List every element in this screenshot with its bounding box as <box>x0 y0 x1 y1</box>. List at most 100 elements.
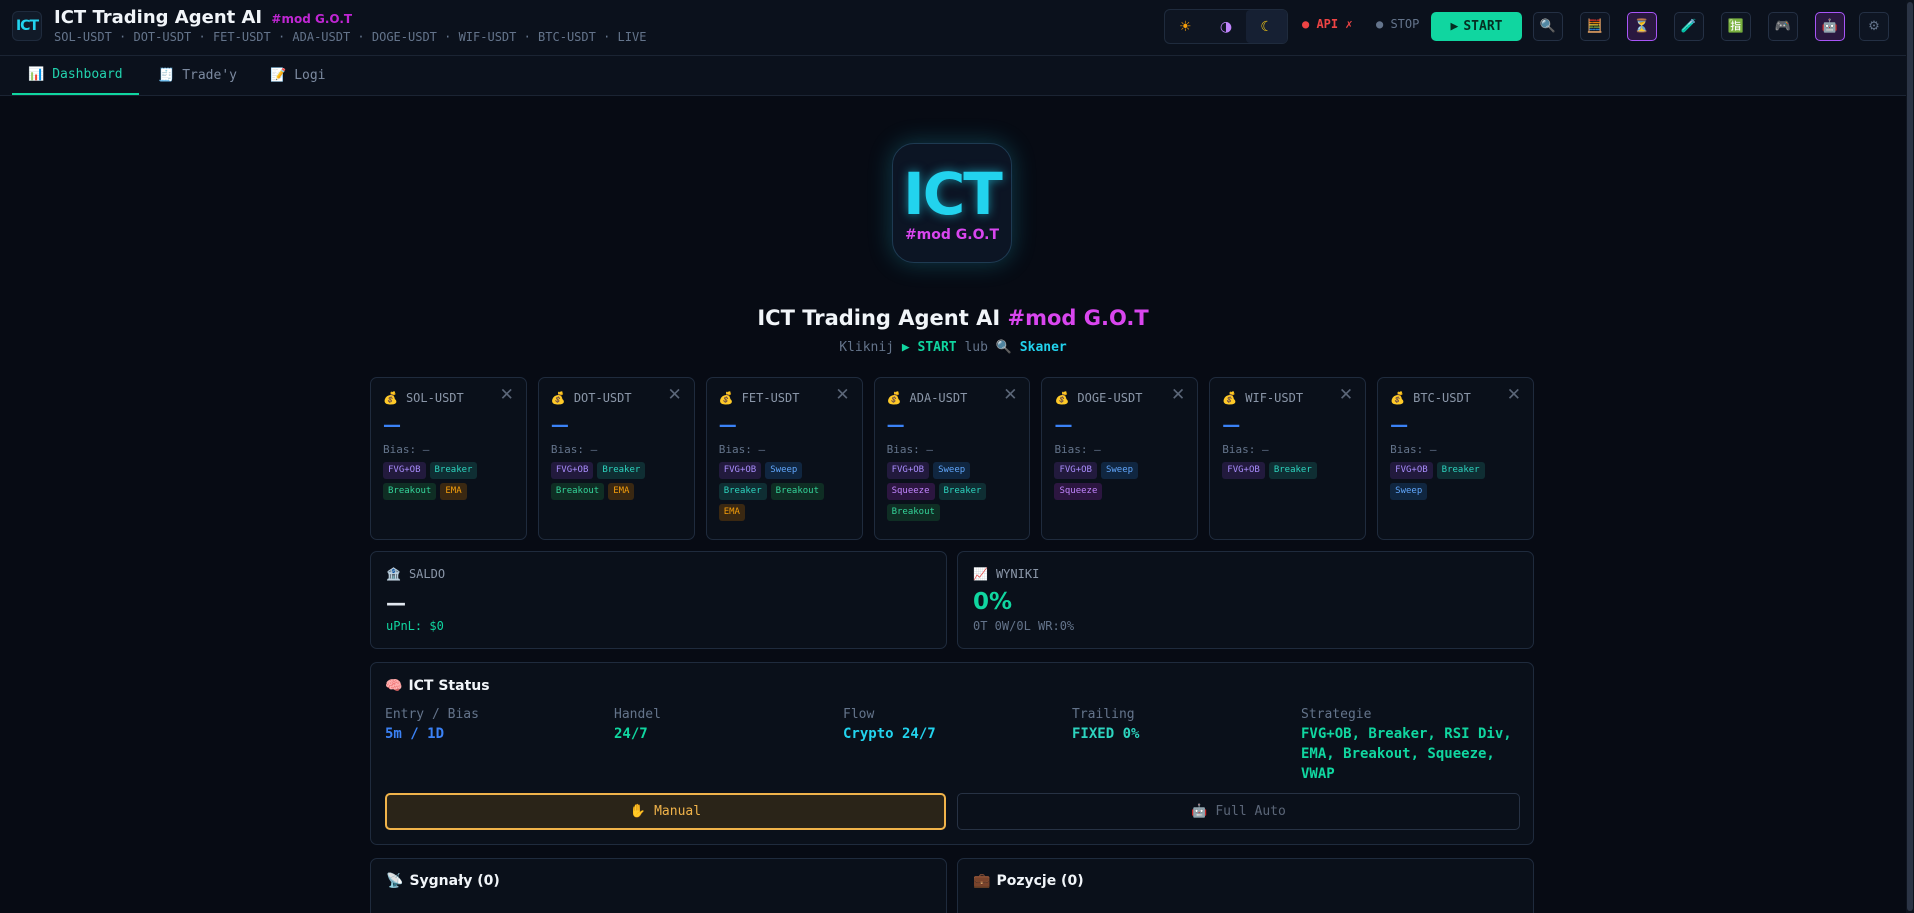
strategy-tag: EMA <box>718 504 745 521</box>
positions-title-text: Pozycje (0) <box>996 873 1084 889</box>
manual-mode-button[interactable]: ✋ Manual <box>385 793 946 830</box>
pair-card[interactable]: 💰 DOGE-USDT ✕ — Bias: — FVG+OB Sweep Squeeze <box>1041 377 1199 540</box>
close-icon[interactable]: ✕ <box>500 385 514 405</box>
hero-title-tag: #mod G.O.T <box>1007 306 1149 330</box>
close-icon[interactable]: ✕ <box>1003 385 1017 405</box>
pair-card[interactable]: 💰 ADA-USDT ✕ — Bias: — FVG+OB Sweep Squeeze Brea… <box>873 377 1031 540</box>
strategy-tags: FVG+OB Breaker Breakout EMA <box>550 462 682 500</box>
pair-card[interactable]: 💰 WIF-USDT ✕ — Bias: — FVG+OB Breaker <box>1209 377 1367 540</box>
strategy-tag: Breakout <box>383 483 437 500</box>
results-stats: 0T 0W/0L WR:0% <box>973 619 1075 633</box>
strategy-tag: FVG+OB <box>1054 462 1097 479</box>
app-logo: ICT <box>12 11 42 41</box>
ict-status-grid: Entry / Bias 5m / 1D Handel 24/7 Flow Cr… <box>385 707 1521 784</box>
balance-panel: 🏦 SALDO — uPnL: $0 <box>370 551 947 649</box>
positions-panel: 💼 Pozycje (0) <box>957 858 1534 913</box>
pair-card-header: 💰 FET-USDT <box>719 391 850 405</box>
memo-icon: 📝 <box>270 68 287 83</box>
upnl-value: uPnL: $0 <box>386 619 444 633</box>
strategy-tag: Breaker <box>938 483 987 500</box>
stat-label: Strategie <box>1301 707 1372 722</box>
calculator-icon[interactable]: 🧮 <box>1580 12 1610 41</box>
hand-icon: ✋ <box>629 804 647 819</box>
hero-start-link[interactable]: ▶ START <box>902 340 957 355</box>
gear-icon[interactable]: ⚙ <box>1859 12 1889 41</box>
pair-card[interactable]: 💰 BTC-USDT ✕ — Bias: — FVG+OB Breaker Sweep <box>1377 377 1535 540</box>
pair-symbol: DOT-USDT <box>573 391 632 405</box>
tab-trades-label: Trade'y <box>182 68 237 83</box>
results-value: 0% <box>973 589 1013 615</box>
stat-value: FIXED 0% <box>1072 726 1140 742</box>
briefcase-icon: 💼 <box>973 873 991 889</box>
close-icon[interactable]: ✕ <box>835 385 849 405</box>
hourglass-icon[interactable]: ⏳ <box>1627 12 1657 41</box>
money-bag-icon: 💰 <box>718 391 734 405</box>
tab-dashboard[interactable]: 📊 Dashboard <box>12 56 139 95</box>
pair-bias: Bias: — <box>1054 443 1101 456</box>
close-icon[interactable]: ✕ <box>667 385 681 405</box>
pair-bias: Bias: — <box>1390 443 1437 456</box>
test-tube-icon[interactable]: 🧪 <box>1674 12 1704 41</box>
money-bag-icon: 💰 <box>1222 391 1238 405</box>
positions-title: 💼 Pozycje (0) <box>973 873 1518 889</box>
stat-value: Crypto 24/7 <box>843 726 936 742</box>
pair-bias: Bias: — <box>550 443 598 456</box>
strategy-tag: EMA <box>440 483 467 500</box>
stat-strategies: Strategie FVG+OB, Breaker, RSI Div, EMA,… <box>1301 707 1521 784</box>
bank-icon: 🏦 <box>386 567 401 581</box>
close-icon[interactable]: ✕ <box>1339 385 1353 405</box>
hero-logo-tag: #mod G.O.T <box>904 227 1000 243</box>
tab-logs[interactable]: 📝 Logi <box>254 56 342 95</box>
hero-title: ICT Trading Agent AI #mod G.O.T <box>0 306 1906 330</box>
pair-card[interactable]: 💰 FET-USDT ✕ — Bias: — FVG+OB Sweep Breaker Brea… <box>705 377 863 540</box>
close-icon[interactable]: ✕ <box>1171 385 1185 405</box>
strategy-tags: FVG+OB Sweep Squeeze <box>1054 462 1185 500</box>
full-auto-mode-button[interactable]: 🤖 Full Auto <box>957 793 1520 830</box>
pair-symbol: BTC-USDT <box>1413 391 1471 405</box>
strategy-tag: FVG+OB <box>550 462 594 479</box>
pair-symbol: FET-USDT <box>741 391 800 405</box>
pair-price: — <box>1222 415 1241 436</box>
pair-price: — <box>383 415 401 436</box>
strategy-tags: FVG+OB Breaker <box>1222 462 1353 479</box>
top-bar: ICT ICT Trading Agent AI #mod G.O.T SOL-… <box>0 0 1914 56</box>
pair-card[interactable]: 💰 SOL-USDT ✕ — Bias: — FVG+OB Breaker Breakout E… <box>370 377 527 540</box>
hero-logo-text: ICT <box>903 160 1003 228</box>
tab-trades[interactable]: 🧾 Trade'y <box>142 56 253 95</box>
stat-flow: Flow Crypto 24/7 <box>843 707 1072 784</box>
pair-price: — <box>886 415 905 436</box>
strategy-tag: Sweep <box>1390 483 1428 500</box>
stat-handel: Handel 24/7 <box>614 707 843 784</box>
search-icon[interactable]: 🔍 <box>1533 12 1563 41</box>
pair-symbol: SOL-USDT <box>405 391 464 405</box>
pair-card[interactable]: 💰 DOT-USDT ✕ — Bias: — FVG+OB Breaker Breakout E… <box>537 377 695 540</box>
robot-icon[interactable]: 🤖 <box>1815 12 1845 41</box>
pair-card-header: 💰 ADA-USDT <box>887 391 1018 405</box>
api-status-badge: ● API ✗ <box>1302 17 1353 31</box>
theme-dark-icon[interactable]: ☾ <box>1246 10 1288 43</box>
hero-scanner-link[interactable]: 🔍 Skaner <box>996 340 1067 355</box>
strategy-tags: FVG+OB Sweep Breaker Breakout EMA <box>718 462 850 521</box>
ticker-line: SOL-USDT · DOT-USDT · FET-USDT · ADA-USD… <box>54 30 647 44</box>
strategy-tags: FVG+OB Breaker Breakout EMA <box>383 462 514 500</box>
start-button[interactable]: ▶ START <box>1431 12 1522 41</box>
ict-status-panel: 🧠 ICT Status Entry / Bias 5m / 1D Handel… <box>370 662 1534 845</box>
money-bag-icon: 💰 <box>886 391 902 405</box>
theme-light-icon[interactable]: ☀ <box>1165 10 1206 43</box>
scrollbar-thumb[interactable] <box>1907 2 1913 911</box>
manual-mode-label: Manual <box>654 804 702 819</box>
app-title: ICT Trading Agent AI #mod G.O.T <box>54 7 352 28</box>
translate-icon[interactable]: 🈯 <box>1721 12 1751 41</box>
stat-label: Trailing <box>1072 707 1135 722</box>
theme-contrast-icon[interactable]: ◑ <box>1206 10 1247 43</box>
pair-price: — <box>1054 415 1073 436</box>
signals-title-text: Sygnały (0) <box>409 873 500 889</box>
strategy-tag: Breaker <box>1436 462 1485 479</box>
close-icon[interactable]: ✕ <box>1507 385 1521 405</box>
gamepad-icon[interactable]: 🎮 <box>1768 12 1798 41</box>
pair-bias: Bias: — <box>886 443 933 456</box>
app-title-text: ICT Trading Agent AI <box>54 7 263 28</box>
stat-value: 5m / 1D <box>385 726 445 742</box>
balance-label-text: SALDO <box>408 567 446 581</box>
robot-icon: 🤖 <box>1191 804 1208 819</box>
